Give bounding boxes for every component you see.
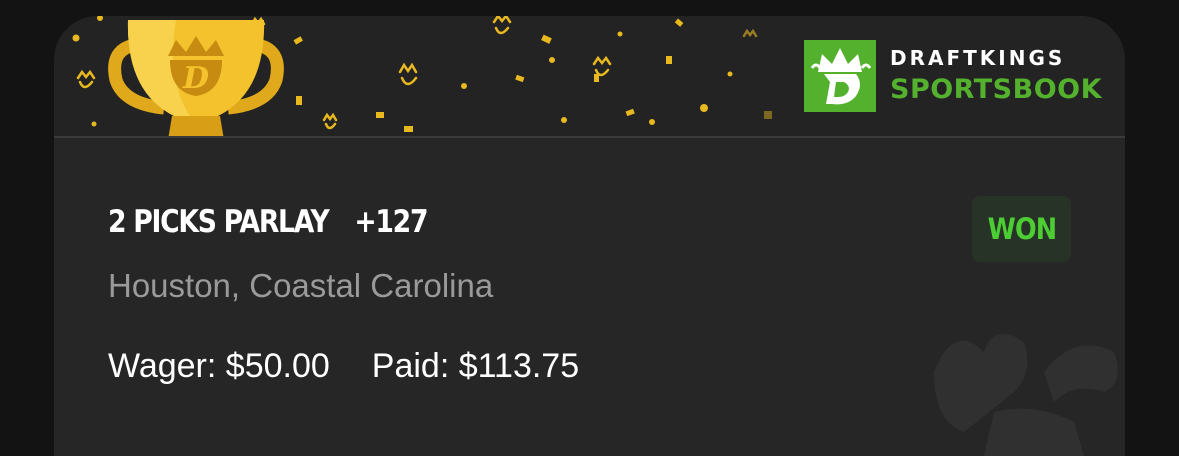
- brand-subtitle: SPORTSBOOK: [890, 74, 1103, 105]
- status-badge: WON: [972, 196, 1071, 262]
- draftkings-sportsbook-logo: DRAFTKINGS SPORTSBOOK: [804, 40, 1102, 112]
- bet-odds: +127: [354, 204, 428, 240]
- wager-label: Wager:: [108, 347, 217, 385]
- bet-card[interactable]: D DRAFTKINGS SPORTSBOOK 2 PICKS PARLAY +1…: [54, 16, 1125, 456]
- bet-amounts: Wager: $50.00 Paid: $113.75: [108, 347, 579, 386]
- bet-header: 2 PICKS PARLAY +127: [108, 204, 428, 240]
- paid-value: $113.75: [458, 347, 580, 385]
- paid-label: Paid:: [371, 347, 450, 385]
- bet-type-title: 2 PICKS PARLAY: [108, 204, 330, 240]
- gold-trophy-icon: D: [108, 20, 284, 136]
- brand-name: DRAFTKINGS: [890, 46, 1066, 70]
- wager-value: $50.00: [225, 347, 330, 385]
- draftkings-crown-d-logo-icon: [804, 40, 876, 112]
- svg-text:D: D: [182, 61, 209, 96]
- bet-selections: Houston, Coastal Carolina: [108, 267, 494, 304]
- status-badge-label: WON: [987, 212, 1056, 246]
- crown-watermark-icon: [934, 334, 1118, 456]
- celebration-banner: D DRAFTKINGS SPORTSBOOK: [54, 16, 1125, 138]
